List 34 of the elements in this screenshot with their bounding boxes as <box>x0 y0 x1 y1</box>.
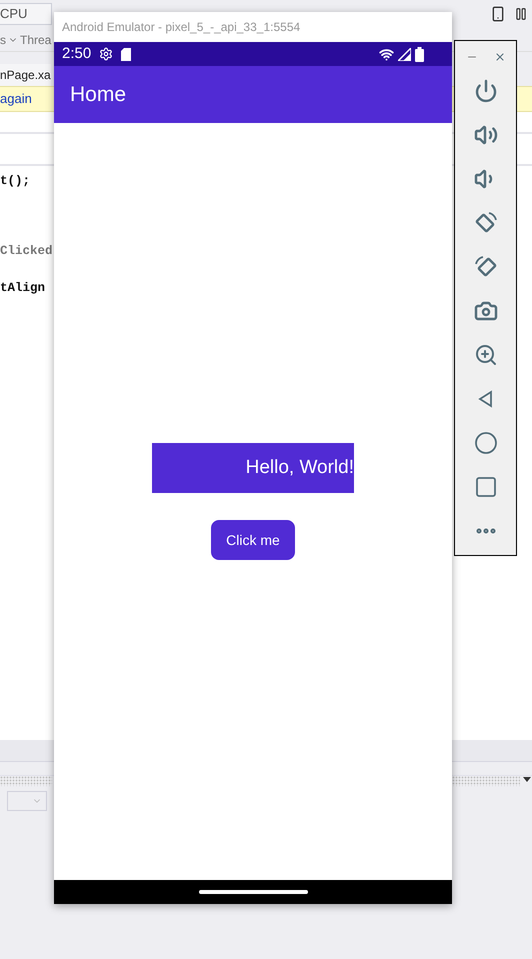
config-field[interactable]: CPU <box>0 3 52 25</box>
battery-icon <box>415 46 424 62</box>
pause-icon[interactable] <box>514 7 528 21</box>
code-line: tAlign <box>0 280 46 297</box>
device-icon[interactable] <box>490 6 506 22</box>
rotate-left-icon[interactable] <box>474 211 498 235</box>
info-link[interactable]: again <box>0 89 32 109</box>
volume-up-icon[interactable] <box>474 123 498 147</box>
window-title: Android Emulator - pixel_5_-_api_33_1:5554 <box>62 19 300 36</box>
caret-icon[interactable] <box>523 777 531 783</box>
dropdown-field[interactable] <box>7 791 47 811</box>
status-time: 2:50 <box>62 44 92 64</box>
overview-icon[interactable] <box>474 475 498 499</box>
code-line: t(); <box>0 173 30 190</box>
home-handle[interactable] <box>198 890 308 894</box>
splitter-grip[interactable] <box>452 776 520 786</box>
rotate-right-icon[interactable] <box>474 255 498 279</box>
zoom-icon[interactable] <box>474 343 498 367</box>
hello-label: Hello, World! <box>152 443 354 493</box>
settings-icon <box>99 47 114 61</box>
camera-icon[interactable] <box>474 299 498 323</box>
wifi-icon <box>379 46 394 62</box>
signal-icon <box>398 48 411 60</box>
click-me-button[interactable]: Click me <box>211 520 295 560</box>
close-icon[interactable] <box>494 51 506 63</box>
app-bar-title: Home <box>70 82 126 108</box>
splitter-grip[interactable] <box>0 776 52 786</box>
document-tab[interactable]: nPage.xa <box>0 64 51 86</box>
sd-card-icon <box>121 48 132 60</box>
power-icon[interactable] <box>474 79 498 103</box>
thread-label[interactable]: Threa <box>20 30 52 48</box>
toolbar-label: s <box>0 32 6 48</box>
home-icon[interactable] <box>474 431 498 455</box>
code-line: Clicked <box>0 243 53 260</box>
